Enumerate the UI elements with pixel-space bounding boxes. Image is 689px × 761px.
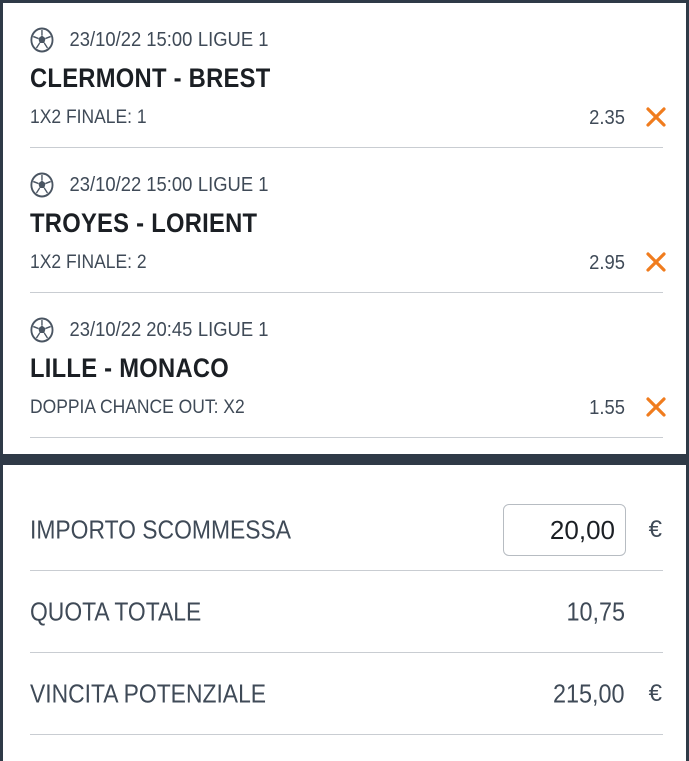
close-icon[interactable] [644, 250, 668, 274]
bet-datetime: 23/10/22 15:00 [69, 28, 193, 51]
bet-market: DOPPIA CHANCE OUT: X2 [30, 397, 245, 418]
potential-win-currency: € [648, 680, 662, 707]
stake-input-box[interactable] [503, 504, 626, 556]
betslip-summary: IMPORTO SCOMMESSA € QUOTA TOTALE 10,75 V… [3, 465, 686, 761]
stake-row: IMPORTO SCOMMESSA € [3, 489, 686, 571]
total-odds-label: QUOTA TOTALE [30, 596, 202, 627]
potential-win-row: VINCITA POTENZIALE 215,00 € [3, 653, 686, 735]
divider [30, 437, 663, 438]
soccer-ball-icon [30, 317, 54, 343]
bet-league: LIGUE 1 [197, 173, 269, 196]
soccer-ball-icon [30, 172, 54, 198]
potential-win-label: VINCITA POTENZIALE [30, 678, 267, 709]
bet-selection: 23/10/22 15:00 LIGUE 1 TROYES - LORIENT … [3, 148, 686, 293]
close-icon[interactable] [644, 105, 668, 129]
stake-input[interactable] [504, 514, 615, 546]
bet-market: 1X2 FINALE: 1 [30, 107, 147, 128]
betslip-selections: 23/10/22 15:00 LIGUE 1 CLERMONT - BREST … [3, 3, 686, 454]
bet-teams: TROYES - LORIENT [30, 208, 258, 238]
bet-datetime: 23/10/22 15:00 [69, 173, 193, 196]
bet-league: LIGUE 1 [197, 28, 269, 51]
divider [30, 734, 663, 735]
bet-teams: CLERMONT - BREST [30, 63, 271, 93]
bet-teams: LILLE - MONACO [30, 353, 230, 383]
bet-datetime: 23/10/22 20:45 [69, 318, 193, 341]
stake-currency: € [648, 516, 662, 543]
bet-selection: 23/10/22 15:00 LIGUE 1 CLERMONT - BREST … [3, 3, 686, 148]
betslip-frame: 23/10/22 15:00 LIGUE 1 CLERMONT - BREST … [0, 0, 689, 761]
close-icon[interactable] [644, 395, 668, 419]
total-odds-row: QUOTA TOTALE 10,75 [3, 571, 686, 653]
soccer-ball-icon [30, 27, 54, 53]
bet-odd: 1.55 [589, 397, 625, 419]
bet-market: 1X2 FINALE: 2 [30, 252, 147, 273]
bet-odd: 2.35 [589, 107, 625, 129]
potential-win-value: 215,00 [553, 678, 625, 709]
bet-league: LIGUE 1 [197, 318, 269, 341]
bet-selection: 23/10/22 20:45 LIGUE 1 LILLE - MONACO DO… [3, 293, 686, 438]
bet-odd: 2.95 [589, 252, 625, 274]
total-odds-value: 10,75 [566, 596, 625, 627]
stake-label: IMPORTO SCOMMESSA [30, 514, 292, 545]
